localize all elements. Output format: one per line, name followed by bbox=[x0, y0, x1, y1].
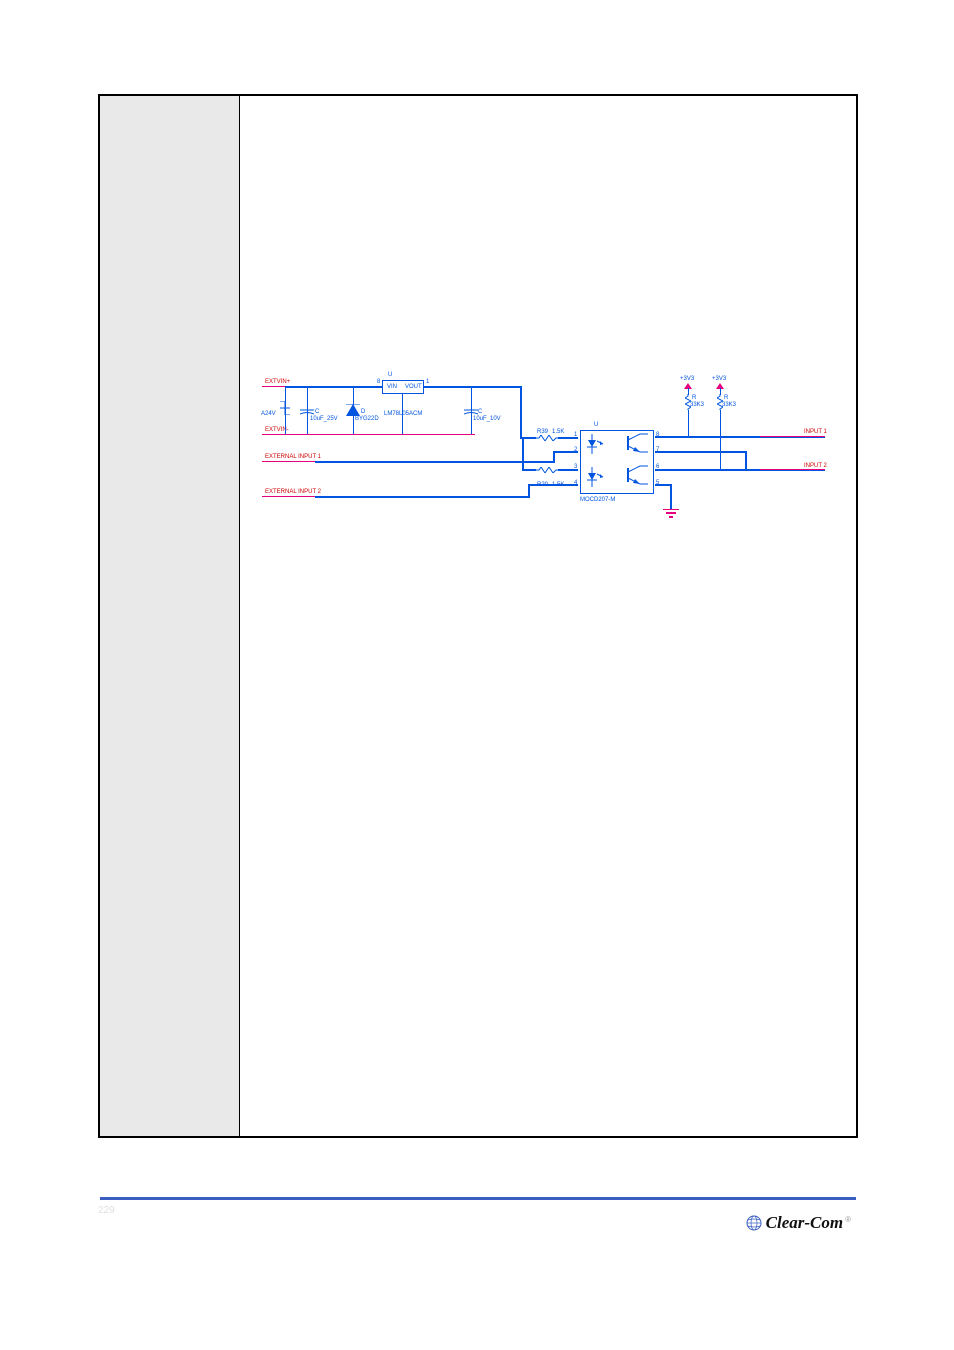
opto-pin-3: 3 bbox=[574, 464, 577, 470]
gnd-symbol bbox=[663, 509, 679, 519]
wire bbox=[522, 437, 524, 469]
r39-symbol bbox=[536, 435, 558, 441]
u-right-refdes: U bbox=[594, 422, 598, 428]
brand-name: Clear-Com bbox=[766, 1213, 843, 1232]
wire bbox=[528, 484, 530, 498]
wire bbox=[745, 451, 747, 471]
opto-transistor-1-symbol bbox=[620, 432, 650, 454]
r20-symbol bbox=[536, 467, 558, 473]
sidebar bbox=[100, 96, 240, 1136]
wire bbox=[315, 496, 530, 498]
wire bbox=[760, 436, 825, 437]
footer-divider bbox=[100, 1197, 856, 1200]
globe-icon bbox=[746, 1215, 762, 1231]
rail-3v3-a: +3V3 bbox=[680, 376, 694, 382]
u-left-vout: VOUT bbox=[405, 384, 422, 390]
r-pull-b-symbol bbox=[717, 394, 723, 410]
c-in-value: 10uF_25V bbox=[310, 416, 338, 422]
c-in-refdes: C bbox=[315, 409, 319, 415]
opto-pin-4: 4 bbox=[574, 480, 577, 486]
r-pull-a-value: 33K3 bbox=[690, 402, 704, 408]
wire bbox=[522, 469, 536, 471]
wire bbox=[315, 461, 555, 463]
wire bbox=[655, 451, 747, 453]
net-ext-input-1: EXTERNAL INPUT 1 bbox=[265, 454, 321, 460]
wire bbox=[720, 410, 721, 470]
opto-led-2-symbol bbox=[586, 467, 608, 487]
wire bbox=[688, 410, 689, 436]
page-number: 229 bbox=[98, 1205, 115, 1216]
u-left-pin-8: 8 bbox=[377, 379, 380, 385]
wire bbox=[670, 484, 672, 509]
wire bbox=[760, 469, 825, 470]
opto-pin-2: 2 bbox=[574, 447, 577, 453]
c-out-symbol bbox=[464, 407, 478, 417]
schematic-diagram: EXTVIN+ 8 U VIN VOUT 1 LM78L05ACM R39 bbox=[260, 374, 830, 549]
d-tvs-symbol bbox=[346, 404, 360, 418]
content-area: EXTVIN+ 8 U VIN VOUT 1 LM78L05ACM R39 bbox=[240, 96, 856, 1136]
net-extvin-pos: EXTVIN+ bbox=[265, 379, 290, 385]
wire bbox=[520, 386, 522, 438]
r-pull-b-refdes: R bbox=[724, 395, 728, 401]
wire bbox=[402, 394, 403, 434]
opto-led-1-symbol bbox=[586, 434, 608, 454]
r-pull-b-value: 33K3 bbox=[722, 402, 736, 408]
registered-icon: ® bbox=[845, 1215, 851, 1224]
wire bbox=[424, 386, 522, 388]
r-pull-a-symbol bbox=[685, 394, 691, 410]
d-zener-symbol bbox=[277, 401, 293, 415]
u-right-part: MOCD207-M bbox=[580, 497, 615, 503]
wire bbox=[262, 434, 475, 435]
d-tvs-refdes: D bbox=[361, 409, 365, 415]
wire bbox=[285, 386, 382, 388]
u-left-pin-1: 1 bbox=[426, 379, 429, 385]
d-zener-part: A24V bbox=[261, 411, 276, 417]
u-left-vin: VIN bbox=[387, 384, 397, 390]
r20-value: 1.5K bbox=[552, 482, 564, 488]
r-pull-a-refdes: R bbox=[692, 395, 696, 401]
net-input-2: INPUT 2 bbox=[804, 463, 827, 469]
u-left-part: LM78L05ACM bbox=[384, 411, 422, 417]
c-in-symbol bbox=[300, 407, 314, 417]
opto-transistor-2-symbol bbox=[620, 464, 650, 486]
u-left-refdes: U bbox=[388, 372, 392, 378]
rail-3v3-b: +3V3 bbox=[712, 376, 726, 382]
net-ext-input-2: EXTERNAL INPUT 2 bbox=[265, 489, 321, 495]
brand-logo: Clear-Com® bbox=[746, 1213, 851, 1236]
opto-pin-1: 1 bbox=[574, 432, 577, 438]
document-border: EXTVIN+ 8 U VIN VOUT 1 LM78L05ACM R39 bbox=[98, 94, 858, 1138]
r20-refdes: R20 bbox=[537, 482, 548, 488]
page-root: EXTVIN+ 8 U VIN VOUT 1 LM78L05ACM R39 bbox=[0, 0, 954, 1350]
net-input-1: INPUT 1 bbox=[804, 429, 827, 435]
c-out-refdes: C bbox=[478, 409, 482, 415]
